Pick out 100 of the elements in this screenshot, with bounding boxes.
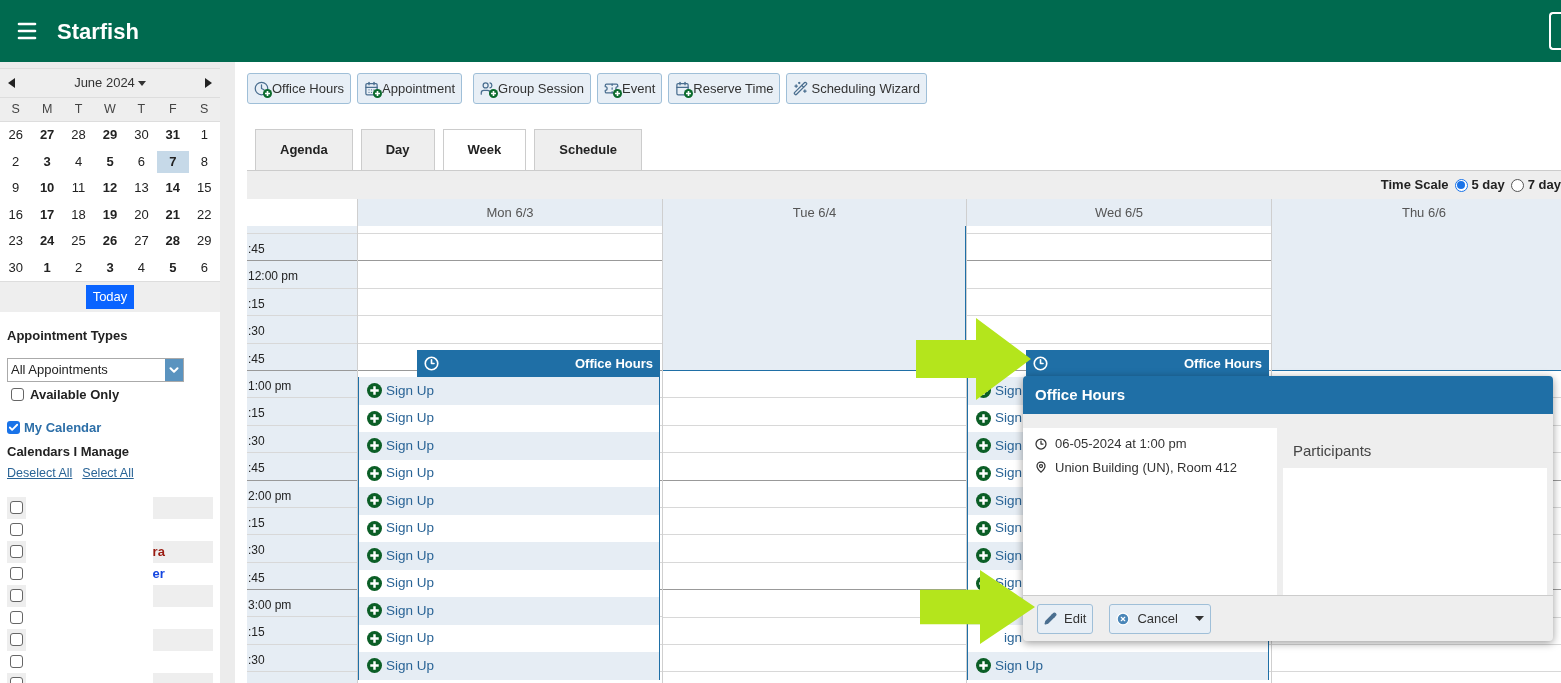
caret-icon [137,80,146,86]
add-icon [976,410,991,426]
checkbox[interactable] [7,421,20,435]
add-icon [367,575,382,591]
sign-up-slot[interactable]: Sign Up [359,377,659,405]
calendar-day[interactable]: 16 [0,203,32,226]
sign-up-slot[interactable]: Sign Up [359,597,659,625]
appointment-type-select[interactable]: All Appointments [7,357,184,382]
calendar-day[interactable]: 2 [62,256,95,279]
calendar-day[interactable]: 6 [125,150,158,173]
app-title: Starfish [57,17,139,46]
calendar-day[interactable]: 1 [188,124,220,147]
toolbar-button[interactable]: Appointment [357,73,462,104]
link[interactable]: Select All [82,464,134,483]
checkbox[interactable] [9,523,23,537]
calendar-day[interactable]: 3 [31,150,63,173]
checkbox-label: Available Only [30,385,120,404]
calendar-day[interactable]: 11 [62,177,95,200]
sign-up-slot[interactable]: Sign Up [359,432,659,460]
event-header[interactable]: Office Hours [1026,350,1269,377]
calendar-day[interactable]: 22 [188,203,220,226]
time-label: :15 [248,515,265,530]
calendar-day[interactable]: 19 [94,203,126,226]
calendar-day[interactable]: 13 [125,177,158,200]
day-header: Tue 6/4 [663,199,966,226]
section-heading: Appointment Types [7,327,129,345]
add-icon [976,438,991,454]
calendar-day[interactable]: 28 [62,124,95,147]
link[interactable]: Deselect All [7,464,73,483]
view-tab[interactable]: Week [442,129,527,170]
calendar-day[interactable]: 14 [157,177,189,200]
calendar-day[interactable]: 7 [157,150,189,173]
calendar-day[interactable]: 31 [157,124,189,147]
calendar-day[interactable]: 2 [0,150,32,173]
today-button[interactable]: Today [85,285,135,309]
calendar-day[interactable]: 15 [188,177,220,200]
calendar-day[interactable]: 23 [0,230,32,253]
event-header[interactable]: Office Hours [417,350,660,377]
checkbox[interactable] [11,387,24,401]
sign-up-slot[interactable]: Sign Up [968,652,1268,680]
calendar-day[interactable]: 5 [94,150,126,173]
add-icon [976,493,991,509]
sign-up-slot[interactable]: Sign Up [359,652,659,680]
checkbox[interactable] [9,567,23,581]
toolbar-button[interactable]: Scheduling Wizard [786,73,927,104]
add-icon [367,465,382,481]
time-label: :45 [248,351,265,366]
edit-button[interactable]: Edit [1037,603,1094,634]
time-label: 12:00 pm [248,269,299,284]
checkbox[interactable] [9,501,23,515]
calendar-day[interactable]: 29 [94,124,126,147]
radio-option[interactable]: 7 day [1510,175,1561,195]
sign-up-slot[interactable]: Sign Up [359,542,659,570]
header-button[interactable] [1549,12,1561,50]
toolbar-button[interactable]: Group Session [473,73,591,104]
calendar-day[interactable]: 1 [31,256,63,279]
calendar-day[interactable]: 27 [125,230,158,253]
calendar-day[interactable]: 30 [125,124,158,147]
add-icon [367,658,382,674]
calendar-day[interactable]: 4 [62,150,95,173]
calendar-day[interactable]: 4 [125,256,158,279]
calendar-day[interactable]: 17 [31,203,63,226]
ticket-plus-icon [604,81,619,96]
cancel-button[interactable]: Cancel [1109,603,1211,634]
calendar-day[interactable]: 5 [157,256,189,279]
checkbox[interactable] [9,655,23,669]
add-icon [367,410,382,426]
calendar-day[interactable]: 20 [125,203,158,226]
calendar-day[interactable]: 18 [62,203,95,226]
view-tab[interactable]: Agenda [255,129,353,170]
toolbar-button[interactable]: Office Hours [247,73,351,104]
calendar-day[interactable]: 26 [0,124,32,147]
checkbox[interactable] [9,611,23,625]
checkbox[interactable] [9,545,23,559]
calendar-day[interactable]: 6 [188,256,220,279]
sign-up-slot[interactable]: Sign Up [359,487,659,515]
calendar-day[interactable]: 28 [157,230,189,253]
toolbar-button[interactable]: Event [597,73,663,104]
checkbox[interactable] [9,589,23,603]
time-label: 1:00 pm [248,378,292,393]
calendar-day[interactable]: 25 [62,230,95,253]
calendar-day[interactable]: 12 [94,177,126,200]
radio-option[interactable]: 5 day [1454,175,1505,195]
next-icon[interactable] [205,78,212,88]
checkbox[interactable] [9,633,23,647]
calendar-day[interactable]: 9 [0,177,32,200]
calendar-day[interactable]: 10 [31,177,63,200]
calendar-day[interactable]: 30 [0,256,32,279]
calendar-day[interactable]: 27 [31,124,63,147]
view-tab[interactable]: Day [360,129,435,170]
calendar-day[interactable]: 21 [157,203,189,226]
calendar-day[interactable]: 8 [188,150,220,173]
calendar-day[interactable]: 24 [31,230,63,253]
calendar-name: er [152,565,165,583]
previous-icon[interactable] [8,78,15,88]
calendar-day[interactable]: 3 [94,256,126,279]
calendar-day[interactable]: 29 [188,230,220,253]
toolbar-button[interactable]: Reserve Time [668,73,781,104]
view-tab[interactable]: Schedule [534,129,643,170]
calendar-day[interactable]: 26 [94,230,126,253]
